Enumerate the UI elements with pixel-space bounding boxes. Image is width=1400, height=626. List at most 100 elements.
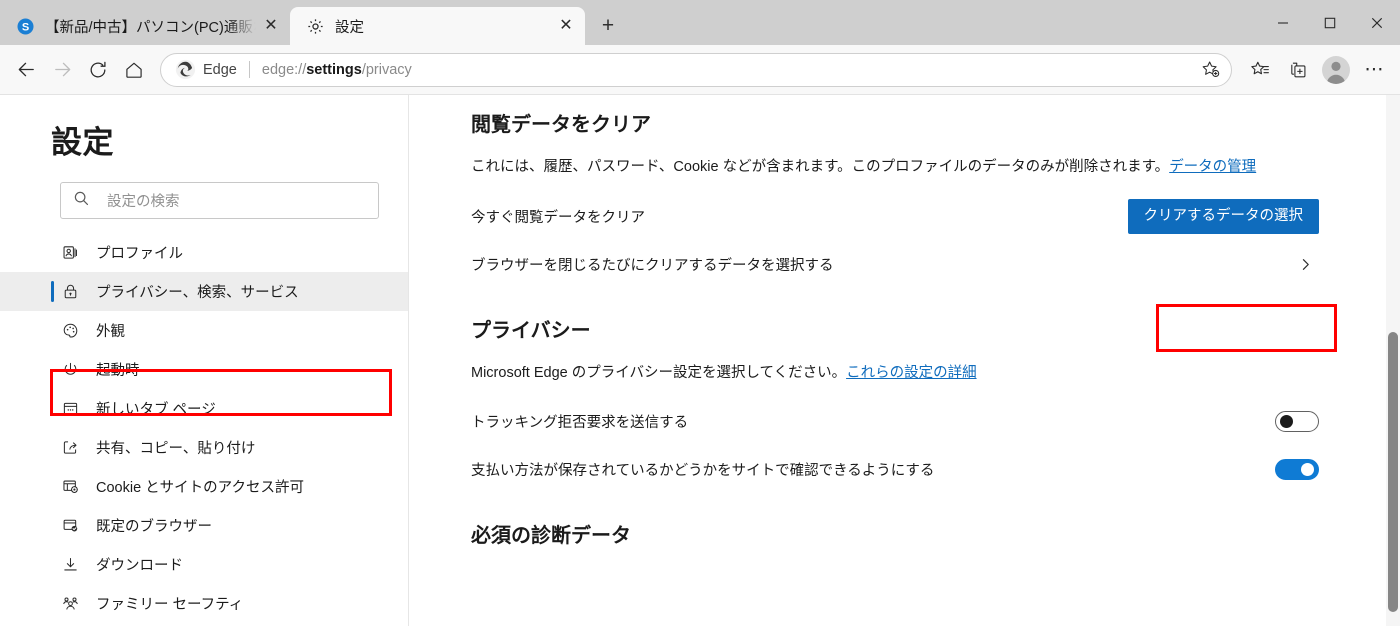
settings-sidebar: 設定 設定の検索 プロファイル プライバシー、検索、サービス 外観 起動時 新し… — [0, 95, 409, 626]
omnibox-divider — [248, 61, 250, 78]
settings-more-icon[interactable]: ⋯ — [1356, 52, 1392, 88]
scrollbar-thumb[interactable] — [1388, 332, 1398, 612]
sidebar-item-share-copy-paste[interactable]: 共有、コピー、貼り付け — [0, 428, 408, 467]
search-settings-input[interactable]: 設定の検索 — [60, 182, 379, 219]
tab-title: 設定 — [335, 19, 364, 36]
new-tab-button[interactable]: + — [591, 10, 625, 42]
sidebar-item-profile[interactable]: プロファイル — [0, 233, 408, 272]
sidebar-item-startup[interactable]: 起動時 — [0, 350, 408, 389]
sidebar-item-label: 起動時 — [96, 363, 140, 379]
section-heading-required-diagnostic-data: 必須の診断データ — [471, 524, 631, 547]
toggle-knob — [1280, 415, 1293, 428]
close-button[interactable] — [1353, 0, 1400, 45]
sidebar-item-label: プライバシー、検索、サービス — [96, 285, 299, 301]
svg-text:S: S — [21, 21, 28, 33]
tab-close-icon[interactable]: ✕ — [258, 13, 284, 39]
edge-logo-icon — [175, 59, 196, 80]
palette-icon — [60, 322, 80, 339]
download-icon — [60, 556, 80, 573]
url-bold-segment: settings — [306, 61, 362, 78]
choose-what-to-clear-button[interactable]: クリアするデータの選択 — [1127, 199, 1319, 235]
learn-more-settings-link[interactable]: これらの設定の詳細 — [846, 365, 977, 381]
edge-badge-label: Edge — [203, 61, 237, 78]
sidebar-item-appearance[interactable]: 外観 — [0, 311, 408, 350]
share-icon — [60, 439, 80, 456]
clear-now-label: 今すぐ閲覧データをクリア — [471, 210, 645, 227]
toggle-knob — [1301, 463, 1314, 476]
power-icon — [60, 361, 80, 378]
sofmap-s-icon: S — [16, 17, 34, 35]
lock-icon — [60, 283, 80, 300]
profile-avatar-icon[interactable] — [1318, 52, 1354, 88]
settings-content: 閲覧データをクリア これには、履歴、パスワード、Cookie などが含まれます。… — [409, 95, 1400, 626]
tab-close-icon[interactable]: ✕ — [553, 13, 579, 39]
section-heading-privacy: プライバシー — [471, 319, 591, 342]
sidebar-item-label: プロファイル — [96, 246, 183, 262]
sidebar-item-label: 既定のブラウザー — [96, 519, 212, 535]
clear-now-row: 今すぐ閲覧データをクリア クリアするデータの選択 — [471, 193, 1319, 241]
tab-title: 【新品/中古】パソコン(PC)通販ならソ — [45, 19, 258, 36]
gear-icon — [306, 17, 324, 35]
address-bar-url: edge://settings/privacy — [262, 62, 1195, 78]
avatar — [1322, 55, 1350, 84]
tab-strip: S 【新品/中古】パソコン(PC)通販ならソ ✕ 設定 ✕ + — [0, 0, 1400, 45]
chevron-right-icon — [1291, 257, 1319, 272]
url-suffix: /privacy — [361, 61, 412, 78]
sidebar-item-privacy[interactable]: プライバシー、検索、サービス — [0, 272, 408, 311]
minimize-button[interactable] — [1259, 0, 1306, 45]
description-text: Microsoft Edge のプライバシー設定を選択してください。 — [471, 364, 847, 381]
favorites-add-icon[interactable] — [1195, 55, 1225, 85]
sidebar-item-label: 共有、コピー、貼り付け — [96, 441, 256, 457]
do-not-track-row: トラッキング拒否要求を送信する — [471, 398, 1319, 446]
payment-methods-toggle[interactable] — [1275, 459, 1319, 480]
settings-page: 設定 設定の検索 プロファイル プライバシー、検索、サービス 外観 起動時 新し… — [0, 95, 1400, 626]
sidebar-item-downloads[interactable]: ダウンロード — [0, 545, 408, 584]
manage-data-link[interactable]: データの管理 — [1169, 159, 1256, 175]
sidebar-item-cookies-permissions[interactable]: Cookie とサイトのアクセス許可 — [0, 467, 408, 506]
cookie-permissions-icon — [60, 478, 80, 495]
profile-icon — [60, 244, 80, 261]
sidebar-item-new-tab-page[interactable]: 新しいタブ ページ — [0, 389, 408, 428]
sidebar-item-label: Cookie とサイトのアクセス許可 — [96, 480, 304, 496]
clear-on-close-row[interactable]: ブラウザーを閉じるたびにクリアするデータを選択する — [471, 241, 1319, 289]
sidebar-item-label: ダウンロード — [96, 558, 183, 574]
maximize-button[interactable] — [1306, 0, 1353, 45]
section-description-clear-browsing-data: これには、履歴、パスワード、Cookie などが含まれます。このプロファイルのデ… — [471, 157, 1319, 179]
window-controls — [1259, 0, 1400, 45]
sidebar-item-family-safety[interactable]: ファミリー セーフティ — [0, 584, 408, 623]
favorites-icon[interactable] — [1242, 52, 1278, 88]
tab-settings[interactable]: 設定 ✕ — [290, 7, 585, 45]
do-not-track-label: トラッキング拒否要求を送信する — [471, 415, 689, 431]
description-text: これには、履歴、パスワード、Cookie などが含まれます。このプロファイルのデ… — [471, 159, 1170, 175]
edge-browser-window: S 【新品/中古】パソコン(PC)通販ならソ ✕ 設定 ✕ + — [0, 0, 1400, 626]
page-title: 設定 — [51, 125, 114, 160]
refresh-button[interactable] — [80, 52, 116, 88]
collections-icon[interactable] — [1280, 52, 1316, 88]
newtab-page-icon — [60, 400, 80, 417]
sidebar-item-label: 新しいタブ ページ — [96, 402, 216, 418]
back-button[interactable] — [8, 52, 44, 88]
sidebar-nav-list: プロファイル プライバシー、検索、サービス 外観 起動時 新しいタブ ページ 共… — [0, 233, 408, 623]
clear-on-close-label: ブラウザーを閉じるたびにクリアするデータを選択する — [471, 258, 834, 275]
search-icon — [73, 190, 90, 212]
payment-methods-label: 支払い方法が保存されているかどうかをサイトで確認できるようにする — [471, 463, 935, 479]
do-not-track-toggle[interactable] — [1275, 411, 1319, 432]
content-scrollbar[interactable] — [1386, 95, 1400, 626]
sidebar-item-label: ファミリー セーフティ — [96, 597, 244, 613]
url-prefix: edge:// — [261, 61, 307, 78]
browser-toolbar: Edge edge://settings/privacy ⋯ — [0, 45, 1400, 95]
section-description-privacy: Microsoft Edge のプライバシー設定を選択してください。これらの設定… — [471, 363, 1319, 385]
forward-button[interactable] — [44, 52, 80, 88]
sidebar-item-label: 外観 — [96, 324, 125, 340]
search-placeholder: 設定の検索 — [107, 194, 180, 210]
default-browser-icon — [60, 517, 80, 534]
section-heading-clear-browsing-data: 閲覧データをクリア — [471, 114, 651, 136]
sidebar-item-default-browser[interactable]: 既定のブラウザー — [0, 506, 408, 545]
tab-sofmap[interactable]: S 【新品/中古】パソコン(PC)通販ならソ ✕ — [0, 7, 290, 45]
home-button[interactable] — [116, 52, 152, 88]
payment-methods-row: 支払い方法が保存されているかどうかをサイトで確認できるようにする — [471, 446, 1319, 494]
family-safety-icon — [60, 595, 80, 612]
address-bar[interactable]: Edge edge://settings/privacy — [160, 52, 1232, 87]
